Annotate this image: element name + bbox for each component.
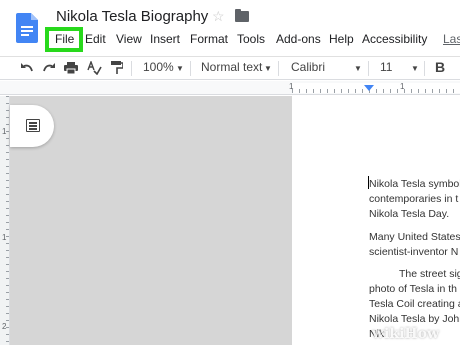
- vertical-ruler-number: 2: [2, 322, 7, 331]
- page-text-line: scientist-inventor N: [369, 246, 459, 258]
- page-text-line: The street sig: [399, 268, 460, 280]
- toolbar-separator: [190, 61, 191, 76]
- font-size-select[interactable]: 11: [380, 60, 392, 74]
- paint-format-icon[interactable]: [111, 61, 123, 75]
- toolbar-separator: [131, 61, 132, 76]
- page-text-line: Nikola Tesla Day.: [369, 208, 450, 220]
- page-text-line: contemporaries in t: [369, 193, 459, 205]
- document-outline-button[interactable]: [10, 105, 54, 147]
- page-text-line: Tesla Coil creating a: [369, 298, 460, 310]
- menu-accessibility[interactable]: Accessibility: [362, 32, 427, 46]
- page-text-line: photo of Tesla in th: [369, 283, 457, 295]
- last-edit-link[interactable]: Las: [443, 32, 460, 46]
- menu-tools[interactable]: Tools: [237, 32, 265, 46]
- menu-edit[interactable]: Edit: [85, 32, 106, 46]
- page-text-line: Nikola Tesla by John: [369, 313, 460, 325]
- font-size-caret-icon[interactable]: ▼: [411, 64, 419, 73]
- redo-icon[interactable]: [42, 62, 56, 74]
- print-icon[interactable]: [64, 61, 78, 75]
- page-text-line: Nikola Tesla symbol: [369, 178, 460, 190]
- undo-icon[interactable]: [20, 62, 34, 74]
- toolbar-separator: [424, 61, 425, 76]
- style-caret-icon[interactable]: ▼: [264, 64, 272, 73]
- horizontal-ruler[interactable]: 1 1: [0, 81, 460, 95]
- menu-insert[interactable]: Insert: [150, 32, 180, 46]
- file-menu-highlight: [45, 27, 83, 52]
- zoom-select[interactable]: 100%: [143, 60, 174, 74]
- outline-icon: [26, 119, 40, 132]
- ruler-number: 1: [400, 82, 405, 91]
- toolbar: 100% ▼ Normal text ▼ Calibri ▼ 11 ▼ B: [0, 56, 460, 80]
- text-cursor: [368, 176, 369, 189]
- document-page[interactable]: Nikola Tesla symbol contemporaries in t …: [292, 96, 460, 345]
- spellcheck-icon[interactable]: [87, 61, 102, 75]
- toolbar-separator: [368, 61, 369, 76]
- document-title[interactable]: Nikola Tesla Biography: [56, 8, 208, 25]
- font-caret-icon[interactable]: ▼: [354, 64, 362, 73]
- menu-help[interactable]: Help: [329, 32, 354, 46]
- font-select[interactable]: Calibri: [291, 60, 325, 74]
- menu-format[interactable]: Format: [190, 32, 228, 46]
- ruler-ticks: [292, 83, 460, 93]
- page-text-line: Many United States: [369, 231, 460, 243]
- zoom-caret-icon[interactable]: ▼: [176, 64, 184, 73]
- vertical-ruler-number: 1: [2, 233, 7, 242]
- bold-button[interactable]: B: [435, 59, 445, 75]
- vertical-ruler-number: 1: [2, 127, 7, 136]
- star-icon[interactable]: ☆: [212, 8, 225, 25]
- folder-icon[interactable]: [235, 9, 249, 22]
- style-select[interactable]: Normal text: [201, 60, 262, 74]
- menu-addons[interactable]: Add-ons: [276, 32, 321, 46]
- indent-marker[interactable]: [364, 85, 374, 91]
- ruler-number: 1: [289, 82, 294, 91]
- toolbar-separator: [278, 61, 279, 76]
- menu-view[interactable]: View: [116, 32, 142, 46]
- wikihow-watermark: wikiHow: [372, 326, 440, 342]
